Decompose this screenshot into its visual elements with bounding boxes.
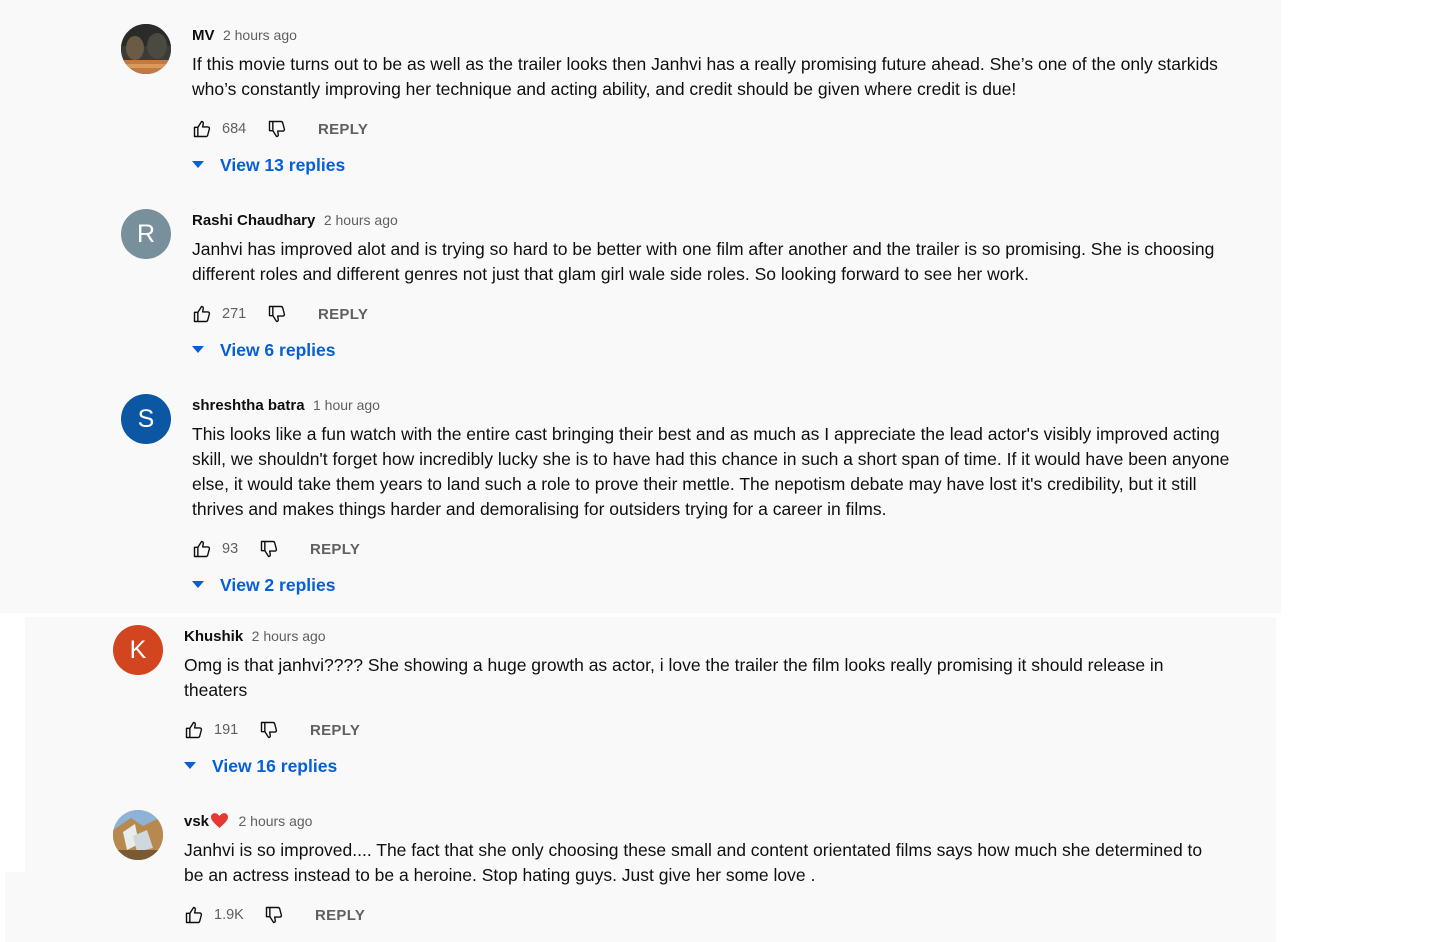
thumb-up-icon[interactable] (184, 720, 204, 740)
comments-panel-edge (5, 872, 27, 942)
comment-actions: 271 REPLY (192, 302, 1232, 326)
avatar[interactable]: R (121, 209, 171, 259)
thumb-down-icon[interactable] (259, 539, 279, 559)
caret-down-icon (192, 346, 204, 354)
comment-text: Janhvi has improved alot and is trying s… (192, 239, 1215, 284)
comment-header: Khushik 2 hours ago (184, 625, 1224, 647)
thumb-up-icon[interactable] (192, 119, 212, 139)
comment-actions: 1.9K REPLY (184, 903, 1224, 927)
comment-text: Janhvi is so improved.... The fact that … (184, 840, 1203, 885)
author-name[interactable]: vsk (184, 813, 209, 830)
like-count: 684 (222, 121, 247, 137)
caret-down-icon (184, 762, 196, 770)
author-name[interactable]: Rashi Chaudhary (192, 212, 315, 229)
like-count: 191 (214, 722, 239, 738)
comment-body: Rashi Chaudhary 2 hours ago Janhvi has i… (192, 209, 1232, 362)
avatar-letter: K (129, 635, 147, 664)
timestamp[interactable]: 1 hour ago (313, 397, 380, 413)
comment-text: If this movie turns out to be as well as… (192, 54, 1218, 99)
reply-button[interactable]: REPLY (310, 722, 360, 739)
comment-body: MV 2 hours ago If this movie turns out t… (192, 24, 1232, 177)
view-replies-label: View 16 replies (212, 755, 338, 776)
thumb-down-icon[interactable] (267, 304, 287, 324)
comment-header: vsk 2 hours ago (184, 810, 1224, 832)
comment-body: Khushik 2 hours ago Omg is that janhvi??… (184, 625, 1224, 778)
thumb-up-icon[interactable] (184, 905, 204, 925)
reply-button[interactable]: REPLY (315, 907, 365, 924)
thumb-up-icon[interactable] (192, 539, 212, 559)
thumb-down-icon[interactable] (259, 720, 279, 740)
view-replies-label: View 2 replies (220, 574, 336, 595)
thumb-down-icon[interactable] (264, 905, 284, 925)
comment-actions: 191 REPLY (184, 718, 1224, 742)
comment-text: This looks like a fun watch with the ent… (192, 424, 1230, 519)
comment-header: MV 2 hours ago (192, 24, 1232, 46)
view-replies-button[interactable]: View 13 replies (192, 153, 1232, 177)
avatar[interactable] (121, 24, 171, 74)
avatar[interactable]: S (121, 394, 171, 444)
comment-actions: 684 REPLY (192, 117, 1232, 141)
author-name[interactable]: shreshtha batra (192, 397, 305, 414)
avatar-photo (121, 24, 171, 74)
comment-header: shreshtha batra 1 hour ago (192, 394, 1232, 416)
avatar-photo (113, 810, 163, 860)
like-count: 93 (222, 541, 239, 557)
author-name[interactable]: MV (192, 27, 215, 44)
comment-body: shreshtha batra 1 hour ago This looks li… (192, 394, 1232, 597)
comment-text: Omg is that janhvi???? She showing a hug… (184, 655, 1164, 700)
thumb-up-icon[interactable] (192, 304, 212, 324)
view-replies-label: View 6 replies (220, 339, 336, 360)
avatar-letter: R (136, 219, 156, 248)
timestamp[interactable]: 2 hours ago (324, 212, 398, 228)
comment-body: vsk 2 hours ago Janhvi is so improved...… (184, 810, 1224, 927)
comment-header: Rashi Chaudhary 2 hours ago (192, 209, 1232, 231)
caret-down-icon (192, 161, 204, 169)
timestamp[interactable]: 2 hours ago (252, 628, 326, 644)
reply-button[interactable]: REPLY (318, 306, 368, 323)
author-name[interactable]: Khushik (184, 628, 243, 645)
view-replies-button[interactable]: View 16 replies (184, 754, 1224, 778)
avatar[interactable]: K (113, 625, 163, 675)
avatar[interactable] (113, 810, 163, 860)
like-count: 271 (222, 306, 247, 322)
timestamp[interactable]: 2 hours ago (238, 813, 312, 829)
like-count: 1.9K (214, 907, 244, 923)
timestamp[interactable]: 2 hours ago (223, 27, 297, 43)
thumb-down-icon[interactable] (267, 119, 287, 139)
reply-button[interactable]: REPLY (318, 121, 368, 138)
reply-button[interactable]: REPLY (310, 541, 360, 558)
view-replies-label: View 13 replies (220, 154, 346, 175)
caret-down-icon (192, 581, 204, 589)
view-replies-button[interactable]: View 6 replies (192, 338, 1232, 362)
heart-icon (211, 813, 229, 828)
comment-actions: 93 REPLY (192, 537, 1232, 561)
view-replies-button[interactable]: View 2 replies (192, 573, 1232, 597)
avatar-letter: S (137, 404, 155, 433)
